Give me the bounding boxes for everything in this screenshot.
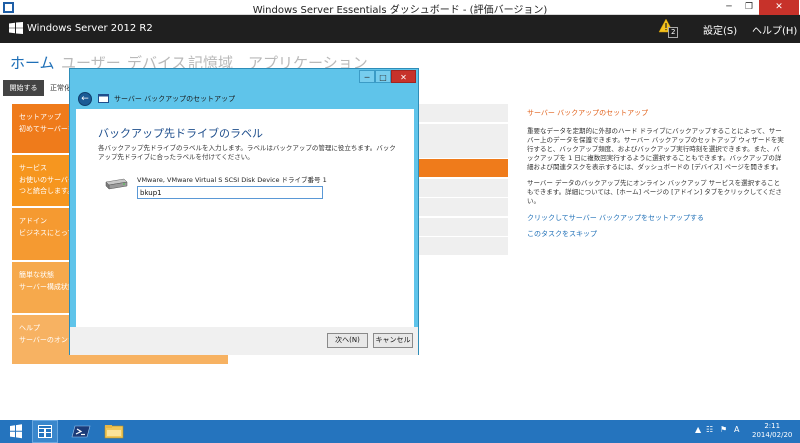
dashboard-header: Windows Server 2012 R2 2 設定(S) ヘルプ(H) (0, 15, 800, 43)
product-name: Windows Server 2012 R2 (27, 23, 153, 34)
task-desc: 初めてサーバーを (19, 125, 75, 133)
restore-button[interactable]: ❐ (739, 0, 759, 15)
page-heading: バックアップ先ドライブのラベル (98, 127, 263, 140)
detail-paragraph: サーバー データのバックアップ先にオンライン バックアップ サービスを選択するこ… (527, 179, 782, 205)
status-tab[interactable]: 正常化 (50, 83, 71, 93)
close-button[interactable]: ✕ (759, 0, 799, 15)
windows-logo-icon (9, 22, 23, 34)
task-desc: サーバー構成状態 (19, 283, 75, 291)
skip-task-link[interactable]: このタスクをスキップ (527, 229, 785, 239)
ime-mode[interactable]: A (734, 425, 739, 434)
back-arrow-icon: ← (81, 94, 89, 104)
getting-started-tab[interactable]: 開始する (3, 80, 44, 96)
detail-paragraph: 重要なデータを定期的に外部のハード ドライブにバックアップすることによって、サー… (527, 127, 784, 171)
tray-chevron-up-icon[interactable]: ▲ (695, 425, 701, 434)
powershell-icon (71, 425, 91, 438)
task-desc-line: お使いのサーバー (19, 176, 75, 184)
restore-icon: ❐ (744, 2, 754, 12)
dialog-title: サーバー バックアップのセットアップ (114, 95, 236, 103)
taskbar: ▲ ☷ ⚑ A 2:11 2014/02/20 (0, 420, 800, 443)
task-title: アドイン (19, 217, 47, 225)
help-link[interactable]: ヘルプ(H) (752, 22, 797, 37)
dialog-body: バックアップ先ドライブのラベル 各バックアップ先ドライブのラベルを入力します。ラ… (76, 109, 414, 327)
dialog-close-button[interactable]: ✕ (391, 70, 416, 83)
window-titlebar: Windows Server Essentials ダッシュボード - (評価バ… (0, 0, 800, 16)
task-detail-pane: サーバー バックアップのセットアップ 重要なデータを定期的に外部のハード ドライ… (527, 108, 785, 245)
cancel-button[interactable]: キャンセル (373, 333, 413, 348)
task-title: ヘルプ (19, 324, 40, 332)
page-description: 各バックアップ先ドライブのラベルを入力します。ラベルはバックアップの管理に役立ち… (98, 144, 396, 161)
close-icon: ✕ (400, 73, 407, 82)
task-desc: お使いのサーバー つと統合します。 (19, 175, 75, 197)
taskbar-powershell-app[interactable] (69, 420, 95, 443)
taskbar-file-explorer-app[interactable] (101, 420, 127, 443)
clock-time: 2:11 (764, 422, 781, 430)
drive-label-input[interactable] (137, 186, 323, 199)
settings-link[interactable]: 設定(S) (703, 22, 737, 37)
clock-date: 2014/02/20 (752, 431, 793, 439)
minimize-icon: ─ (364, 73, 370, 82)
back-button[interactable]: ← (78, 92, 92, 106)
detail-title: サーバー バックアップのセットアップ (527, 109, 649, 117)
dialog-minimize-button[interactable]: ─ (359, 70, 375, 83)
dashboard-app-icon (38, 425, 52, 438)
network-icon[interactable]: ☷ (706, 425, 713, 434)
start-button[interactable] (3, 420, 29, 443)
minimize-icon: ─ (726, 2, 732, 12)
task-title: サービス (19, 164, 47, 172)
minimize-button[interactable]: ─ (719, 0, 739, 15)
windows-start-icon (10, 424, 22, 439)
window-title: Windows Server Essentials ダッシュボード - (評価バ… (252, 5, 548, 16)
backup-setup-dialog: ─ □ ✕ ← サーバー バックアップのセットアップ バックアップ先ドライブのラ… (69, 68, 419, 355)
task-desc-line: つと統合します。 (19, 187, 75, 195)
task-title: 簡単な状態 (19, 271, 54, 279)
taskbar-dashboard-app[interactable] (32, 420, 58, 443)
setup-backup-link[interactable]: クリックしてサーバー バックアップをセットアップする (527, 213, 785, 223)
taskbar-clock[interactable]: 2:11 2014/02/20 (752, 422, 792, 440)
dialog-maximize-button[interactable]: □ (375, 70, 391, 83)
close-icon: ✕ (775, 2, 783, 12)
alert-count-badge: 2 (668, 27, 679, 38)
folder-icon (104, 425, 124, 439)
hard-drive-icon (105, 178, 128, 190)
wizard-window-icon (98, 94, 109, 103)
tab-home[interactable]: ホーム (10, 52, 55, 73)
task-title: セットアップ (19, 113, 61, 121)
drive-name: VMware, VMware Virtual S SCSI Disk Devic… (137, 176, 327, 184)
action-center-flag-icon[interactable]: ⚑ (720, 425, 727, 434)
maximize-icon: □ (379, 73, 387, 82)
next-button[interactable]: 次へ(N) (327, 333, 368, 348)
